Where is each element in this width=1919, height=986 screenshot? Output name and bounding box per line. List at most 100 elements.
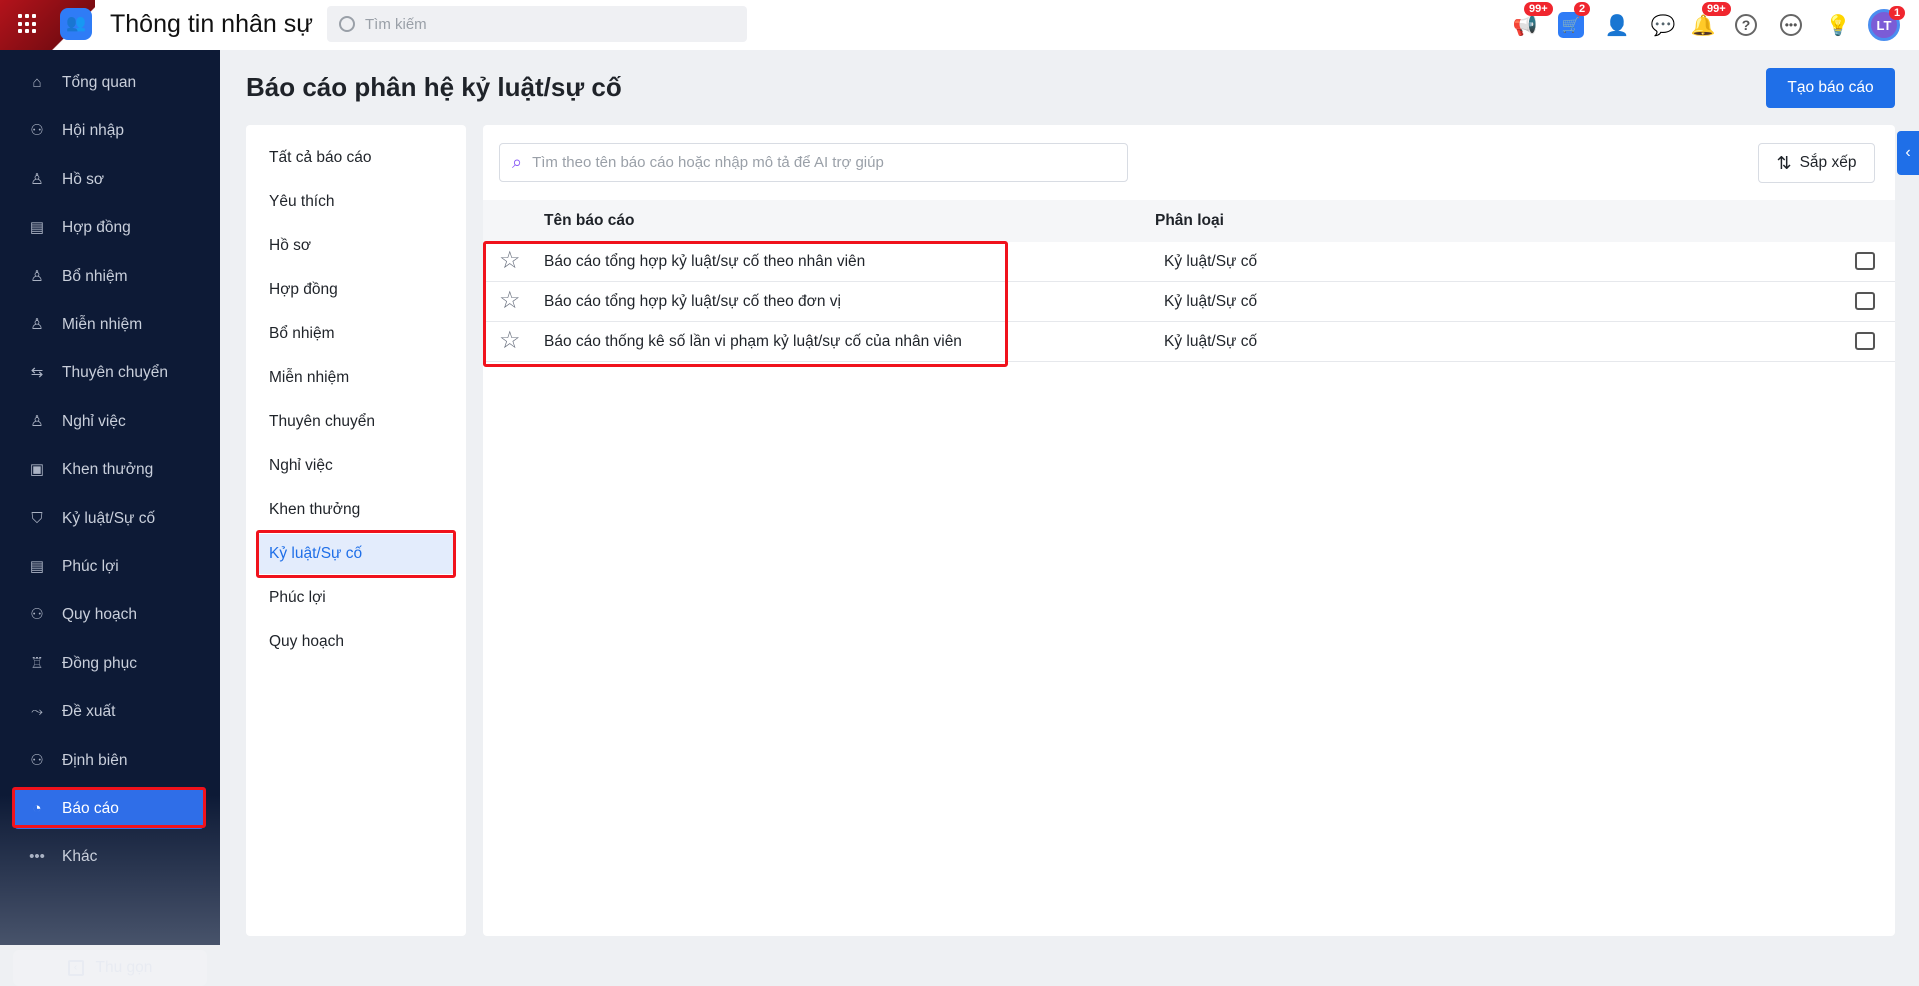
sidebar-item[interactable]: ♙ Bổ nhiệm bbox=[0, 257, 220, 297]
filter-item[interactable]: Hợp đồng bbox=[256, 270, 456, 310]
app-grid-icon[interactable] bbox=[18, 14, 38, 34]
report-name[interactable]: Báo cáo tổng hợp kỷ luật/sự cố theo nhân… bbox=[544, 253, 865, 271]
sidebar-item-label: Đề xuất bbox=[62, 703, 116, 721]
avatar[interactable]: LT 1 bbox=[1868, 6, 1906, 41]
sidebar-item-icon: ⚇ bbox=[30, 751, 44, 769]
cart-icon[interactable]: 🛒 2 bbox=[1558, 2, 1591, 38]
sidebar-item-label: Khác bbox=[62, 848, 98, 866]
sidebar-item[interactable]: ♙ Hồ sơ bbox=[0, 160, 220, 200]
sidebar-item[interactable]: ▤ Hợp đồng bbox=[0, 208, 220, 248]
favorite-star-icon[interactable]: ☆ bbox=[499, 249, 521, 273]
filter-item[interactable]: Phúc lợi bbox=[256, 578, 456, 618]
sidebar-item-icon: ⌂ bbox=[32, 74, 42, 91]
table-row[interactable]: ☆ Báo cáo tổng hợp kỷ luật/sự cố theo nhâ… bbox=[483, 242, 1895, 282]
sidebar-item-icon: ▣ bbox=[29, 461, 45, 479]
sidebar-item-icon: ◔ bbox=[32, 800, 42, 817]
create-report-button[interactable]: Tạo báo cáo bbox=[1766, 68, 1895, 108]
expand-panel-tab[interactable]: ‹ bbox=[1897, 131, 1919, 175]
filter-item[interactable]: Quy hoạch bbox=[256, 622, 456, 662]
bell-icon[interactable]: 🔔 99+ bbox=[1690, 2, 1731, 38]
table-row[interactable]: ☆ Báo cáo tổng hợp kỷ luật/sự cố theo đơn… bbox=[483, 282, 1895, 322]
table-header: Tên báo cáo Phân loại bbox=[483, 200, 1895, 242]
sidebar-item-icon: ▤ bbox=[29, 558, 45, 575]
app-title: Thông tin nhân sự bbox=[110, 10, 313, 38]
more-icon[interactable]: ••• bbox=[1780, 14, 1802, 36]
sidebar-item-icon: ♖ bbox=[30, 654, 44, 672]
report-category: Kỷ luật/Sự cố bbox=[1164, 293, 1258, 310]
megaphone-icon[interactable]: 📢 99+ bbox=[1512, 2, 1553, 38]
page-title: Báo cáo phân hệ kỷ luật/sự cố bbox=[246, 72, 622, 102]
sidebar-item-icon: ♙ bbox=[30, 412, 44, 430]
ai-search-icon: ⌕ bbox=[512, 152, 523, 172]
sidebar-item[interactable]: ⚇ Hội nhập bbox=[0, 111, 220, 151]
sidebar-item-label: Báo cáo bbox=[62, 800, 119, 817]
filter-item[interactable]: Yêu thích bbox=[256, 182, 456, 222]
sort-icon: ⇅ bbox=[1776, 152, 1792, 173]
table-row[interactable]: ☆ Báo cáo thống kê số lần vi phạm kỷ luật… bbox=[483, 322, 1895, 362]
sidebar-item-icon: ⇆ bbox=[30, 364, 44, 382]
help-icon[interactable]: ? bbox=[1735, 14, 1757, 36]
column-header-category: Phân loại bbox=[1155, 212, 1224, 229]
favorite-star-icon[interactable]: ☆ bbox=[499, 289, 521, 313]
sidebar-item-label: Tổng quan bbox=[62, 74, 137, 91]
add-user-icon[interactable]: 👤 bbox=[1604, 12, 1630, 38]
sidebar-item[interactable]: ⚇ Quy hoạch bbox=[0, 595, 220, 635]
sidebar-item-label: Định biên bbox=[62, 751, 128, 769]
sidebar-item[interactable]: ••• Khác bbox=[0, 837, 220, 877]
category-filter-panel: Tất cả báo cáo Yêu thích Hồ sơ Hợp đồng Bổ n… bbox=[246, 125, 466, 936]
sidebar-item[interactable]: ◔ Báo cáo bbox=[14, 789, 204, 829]
sidebar-item-label: Miễn nhiệm bbox=[62, 316, 143, 333]
filter-item[interactable]: Nghỉ việc bbox=[256, 446, 456, 486]
app-logo-icon: 👥 bbox=[60, 8, 92, 40]
column-header-name: Tên báo cáo bbox=[544, 212, 635, 229]
sidebar-item[interactable]: ⌂ Tổng quan bbox=[0, 63, 220, 103]
image-preview-icon[interactable] bbox=[1855, 332, 1875, 350]
sidebar-item-icon: ♙ bbox=[30, 267, 44, 285]
sidebar-item-label: Nghỉ việc bbox=[62, 412, 126, 430]
sidebar-item-icon: ♙ bbox=[30, 170, 44, 188]
sidebar-item[interactable]: ♖ Đồng phục bbox=[0, 644, 220, 684]
image-preview-icon[interactable] bbox=[1855, 252, 1875, 270]
report-category: Kỷ luật/Sự cố bbox=[1164, 253, 1258, 270]
sidebar-item[interactable]: ⛉ Kỷ luật/Sự cố bbox=[0, 499, 220, 539]
sidebar-item[interactable]: ♙ Miễn nhiệm bbox=[0, 305, 220, 345]
sidebar-item[interactable]: ⤳ Đề xuất bbox=[0, 692, 220, 732]
knowledge-icon[interactable]: 💡 bbox=[1825, 12, 1851, 38]
collapse-icon: ‹ bbox=[67, 960, 84, 976]
filter-item[interactable]: Tất cả báo cáo bbox=[256, 138, 456, 178]
sidebar-item-label: Quy hoạch bbox=[62, 606, 137, 624]
sidebar: ⌂ Tổng quan ⚇ Hội nhập ♙ Hồ sơ ▤ Hợp đồng ♙ Bổ nh… bbox=[0, 50, 220, 986]
sidebar-item-icon: ♙ bbox=[30, 316, 44, 333]
top-header: 👥 Thông tin nhân sự Tìm kiếm 📢 99+ 🛒 2 👤 💬… bbox=[0, 0, 1919, 50]
report-name[interactable]: Báo cáo tổng hợp kỷ luật/sự cố theo đơn … bbox=[544, 293, 841, 311]
global-search-input[interactable]: Tìm kiếm bbox=[327, 6, 747, 42]
report-category: Kỷ luật/Sự cố bbox=[1164, 333, 1258, 350]
sidebar-item[interactable]: ⇆ Thuyên chuyển bbox=[0, 353, 220, 393]
sidebar-item-icon: ▤ bbox=[29, 219, 45, 237]
sidebar-item-label: Phúc lợi bbox=[62, 558, 119, 575]
sidebar-item-label: Bổ nhiệm bbox=[62, 267, 128, 285]
ai-search-input[interactable]: ⌕ Tìm theo tên báo cáo hoặc nhập mô tả để… bbox=[499, 143, 1128, 182]
collapse-sidebar-button[interactable]: ‹ Thu gọn bbox=[13, 950, 207, 986]
sidebar-item[interactable]: ⚇ Định biên bbox=[0, 741, 220, 781]
filter-item[interactable]: Bổ nhiệm bbox=[256, 314, 456, 354]
search-icon bbox=[339, 16, 355, 32]
sidebar-item[interactable]: ♙ Nghỉ việc bbox=[0, 402, 220, 442]
filter-item[interactable]: Khen thưởng bbox=[256, 490, 456, 530]
report-name[interactable]: Báo cáo thống kê số lần vi phạm kỷ luật/… bbox=[544, 333, 962, 351]
filter-item[interactable]: Thuyên chuyển bbox=[256, 402, 456, 442]
favorite-star-icon[interactable]: ☆ bbox=[499, 329, 521, 353]
sidebar-item[interactable]: ▤ Phúc lợi bbox=[0, 547, 220, 587]
chat-icon[interactable]: 💬 bbox=[1650, 12, 1676, 38]
filter-item[interactable]: Miễn nhiệm bbox=[256, 358, 456, 398]
sidebar-item-icon: ⛉ bbox=[31, 509, 43, 527]
filter-item[interactable]: Kỷ luật/Sự cố bbox=[256, 534, 456, 574]
sidebar-item[interactable]: ▣ Khen thưởng bbox=[0, 450, 220, 490]
image-preview-icon[interactable] bbox=[1855, 292, 1875, 310]
filter-item[interactable]: Hồ sơ bbox=[256, 226, 456, 266]
avatar-badge: 1 bbox=[1889, 6, 1906, 20]
sidebar-item-icon: ••• bbox=[29, 848, 45, 866]
sidebar-item-label: Hội nhập bbox=[62, 122, 125, 140]
sort-button[interactable]: ⇅ Sắp xếp bbox=[1758, 143, 1875, 183]
announcement-badge: 99+ bbox=[1524, 2, 1553, 16]
